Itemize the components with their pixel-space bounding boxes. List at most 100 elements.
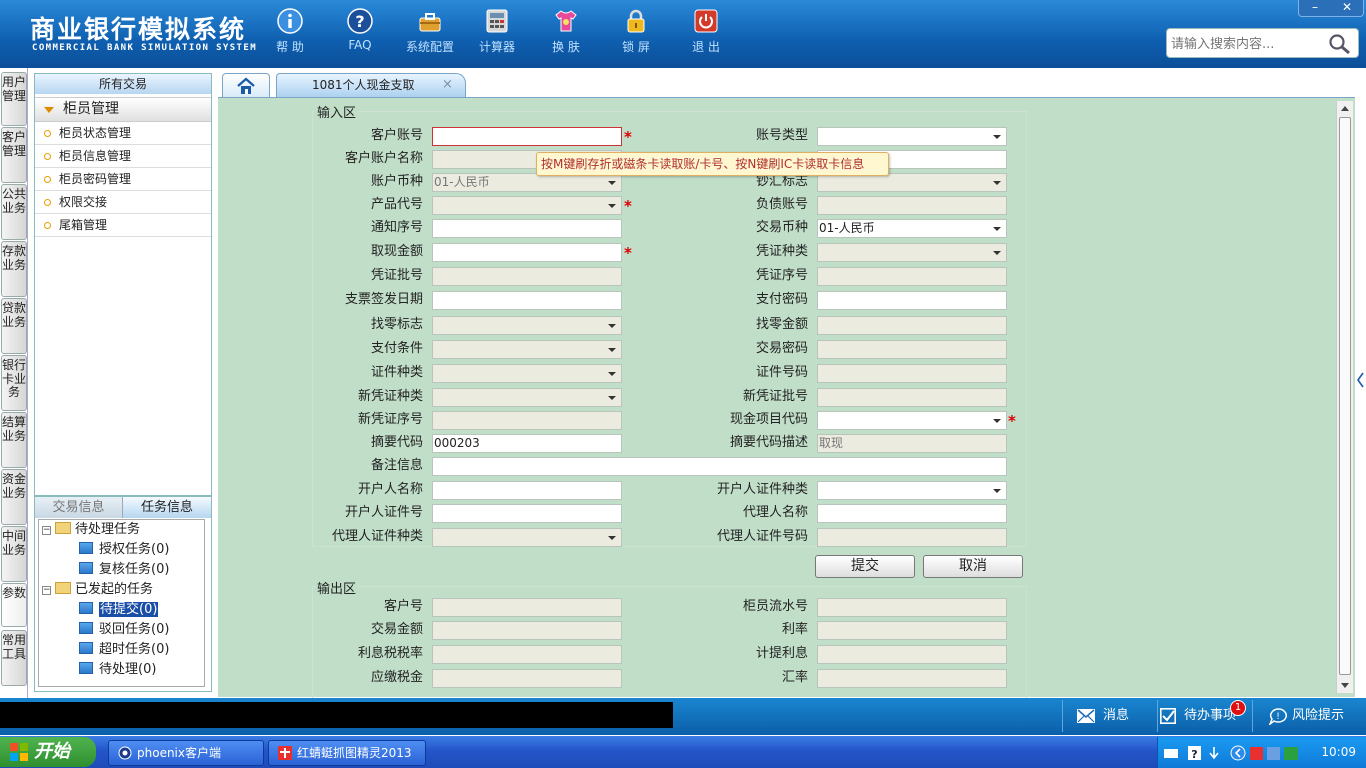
faq-button[interactable]: ? FAQ: [327, 8, 393, 60]
vtab-intermediary[interactable]: 中间业务: [1, 526, 27, 582]
new-voucher-seq-input[interactable]: [432, 411, 622, 430]
menu-item-teller-password[interactable]: 柜员密码管理: [35, 168, 211, 191]
customer-account-input[interactable]: [432, 127, 622, 146]
bullet-icon: [44, 176, 51, 183]
scroll-down-icon[interactable]: [1341, 683, 1349, 688]
agent-id-no-input[interactable]: [817, 528, 1007, 547]
tab-home[interactable]: [222, 73, 270, 98]
chevron-left-icon[interactable]: [1355, 365, 1365, 395]
summary-code-input[interactable]: 000203: [432, 434, 622, 453]
opener-name-input[interactable]: [432, 481, 622, 500]
product-code-select[interactable]: [432, 196, 622, 215]
opener-id-type-select[interactable]: [817, 481, 1007, 500]
voucher-type-select[interactable]: [817, 243, 1007, 262]
cancel-button[interactable]: 取消: [923, 555, 1023, 578]
start-button[interactable]: 开始: [0, 737, 96, 767]
id-type-select[interactable]: [432, 364, 622, 383]
vtab-user-mgmt[interactable]: 用户管理: [1, 72, 27, 126]
todo-button[interactable]: 待办事项 1: [1157, 700, 1252, 732]
lock-screen-button[interactable]: 锁 屏: [603, 8, 669, 60]
vtab-deposit[interactable]: 存款业务: [1, 241, 27, 297]
new-voucher-type-select[interactable]: [432, 388, 622, 407]
dragonfly-app-icon: [278, 746, 292, 760]
search-input[interactable]: [1171, 34, 1321, 54]
change-amount-input[interactable]: [817, 316, 1007, 335]
tab-cash-withdrawal[interactable]: 1081个人现金支取 ×: [276, 73, 466, 98]
menu-item-teller-info[interactable]: 柜员信息管理: [35, 145, 211, 168]
label-account-currency: 账户币种: [370, 174, 423, 189]
account-type-select[interactable]: [817, 127, 1007, 146]
tray-icons[interactable]: ?: [1162, 744, 1302, 762]
tree-node-timeout[interactable]: 超时任务(0): [79, 640, 169, 660]
menu-group-teller-mgmt[interactable]: 柜员管理: [35, 97, 211, 122]
summary-desc-input[interactable]: 取现: [817, 434, 1007, 453]
messages-button[interactable]: 消息: [1062, 700, 1157, 732]
change-skin-button[interactable]: 换 肤: [533, 8, 599, 60]
submit-button[interactable]: 提交: [815, 555, 915, 578]
bullet-icon: [44, 153, 51, 160]
vtab-customer-mgmt[interactable]: 客户管理: [1, 127, 27, 183]
vtab-params[interactable]: 参数: [1, 583, 27, 627]
notice-no-input[interactable]: [432, 219, 622, 238]
menu-item-permission-handover[interactable]: 权限交接: [35, 191, 211, 214]
scroll-up-icon[interactable]: [1341, 106, 1349, 111]
check-date-input[interactable]: [432, 291, 622, 310]
trade-currency-select[interactable]: 01-人民币: [817, 219, 1007, 238]
close-window-button[interactable]: ✕: [1331, 0, 1363, 16]
vtab-tools[interactable]: 常用工具: [1, 630, 27, 686]
minimize-button[interactable]: –: [1299, 0, 1331, 16]
tab-close-icon[interactable]: ×: [442, 74, 453, 96]
tree-node-review-task[interactable]: 复核任务(0): [79, 560, 169, 580]
required-mark: *: [624, 197, 632, 215]
collapse-icon[interactable]: −: [42, 526, 51, 535]
collapse-icon[interactable]: −: [42, 586, 51, 595]
label-summary-desc: 摘要代码描述: [729, 435, 808, 450]
change-flag-select[interactable]: [432, 316, 622, 335]
menu-item-tail-box[interactable]: 尾箱管理: [35, 214, 211, 237]
voucher-seq-input[interactable]: [817, 267, 1007, 286]
search-icon[interactable]: [1328, 33, 1352, 55]
tree-node-to-submit[interactable]: 待提交(0): [79, 600, 159, 620]
vtab-public-business[interactable]: 公共业务: [1, 184, 27, 240]
label-check-date: 支票签发日期: [344, 292, 423, 307]
agent-name-input[interactable]: [817, 504, 1007, 523]
vtab-funds[interactable]: 资金业务: [1, 469, 27, 525]
label-id-type: 证件种类: [370, 365, 423, 380]
trade-password-input[interactable]: [817, 340, 1007, 359]
vertical-scrollbar[interactable]: [1336, 101, 1353, 693]
risk-alert-button[interactable]: ! 风险提示: [1252, 700, 1366, 732]
system-config-button[interactable]: 系统配置: [397, 8, 463, 60]
new-voucher-batch-input[interactable]: [817, 388, 1007, 407]
voucher-batch-input[interactable]: [432, 267, 622, 286]
scroll-thumb[interactable]: [1339, 117, 1351, 675]
taskbar-item-screenshot-tool[interactable]: 红蜻蜓抓图精灵2013: [268, 740, 426, 766]
document-icon: [79, 562, 93, 574]
taskbar-item-phoenix[interactable]: phoenix客户端: [108, 740, 264, 766]
menu-item-teller-status[interactable]: 柜员状态管理: [35, 122, 211, 145]
id-no-input[interactable]: [817, 364, 1007, 383]
tab-transaction-info[interactable]: 交易信息: [35, 497, 123, 518]
opener-id-no-input[interactable]: [432, 504, 622, 523]
pay-password-input[interactable]: [817, 291, 1007, 310]
tree-node-pending[interactable]: − 待处理任务: [42, 520, 140, 540]
remarks-input[interactable]: [432, 457, 1007, 476]
tree-node-auth-task[interactable]: 授权任务(0): [79, 540, 169, 560]
tab-task-info[interactable]: 任务信息: [123, 497, 211, 518]
tree-node-to-process[interactable]: 待处理(0): [79, 660, 156, 680]
exit-button[interactable]: 退 出: [673, 8, 739, 60]
side-collapse-grip[interactable]: [1355, 97, 1366, 697]
home-icon: [237, 77, 255, 94]
help-button[interactable]: 帮 助: [257, 8, 323, 60]
pay-condition-select[interactable]: [432, 340, 622, 359]
tree-node-initiated[interactable]: − 已发起的任务: [42, 580, 153, 600]
liability-account-input[interactable]: [817, 196, 1007, 215]
vtab-loan[interactable]: 贷款业务: [1, 298, 27, 354]
cash-item-code-select[interactable]: [817, 411, 1007, 430]
form-area: 输入区 客户账号 * 账号类型 客户账户名称 账户币种 01-人民币 钞汇标志 …: [218, 97, 1355, 698]
withdraw-amount-input[interactable]: [432, 243, 622, 262]
agent-id-type-select[interactable]: [432, 528, 622, 547]
tree-node-rejected[interactable]: 驳回任务(0): [79, 620, 169, 640]
vtab-bank-card[interactable]: 银行卡业务: [1, 355, 27, 411]
vtab-settlement[interactable]: 结算业务: [1, 412, 27, 468]
calculator-button[interactable]: 计算器: [464, 8, 530, 60]
